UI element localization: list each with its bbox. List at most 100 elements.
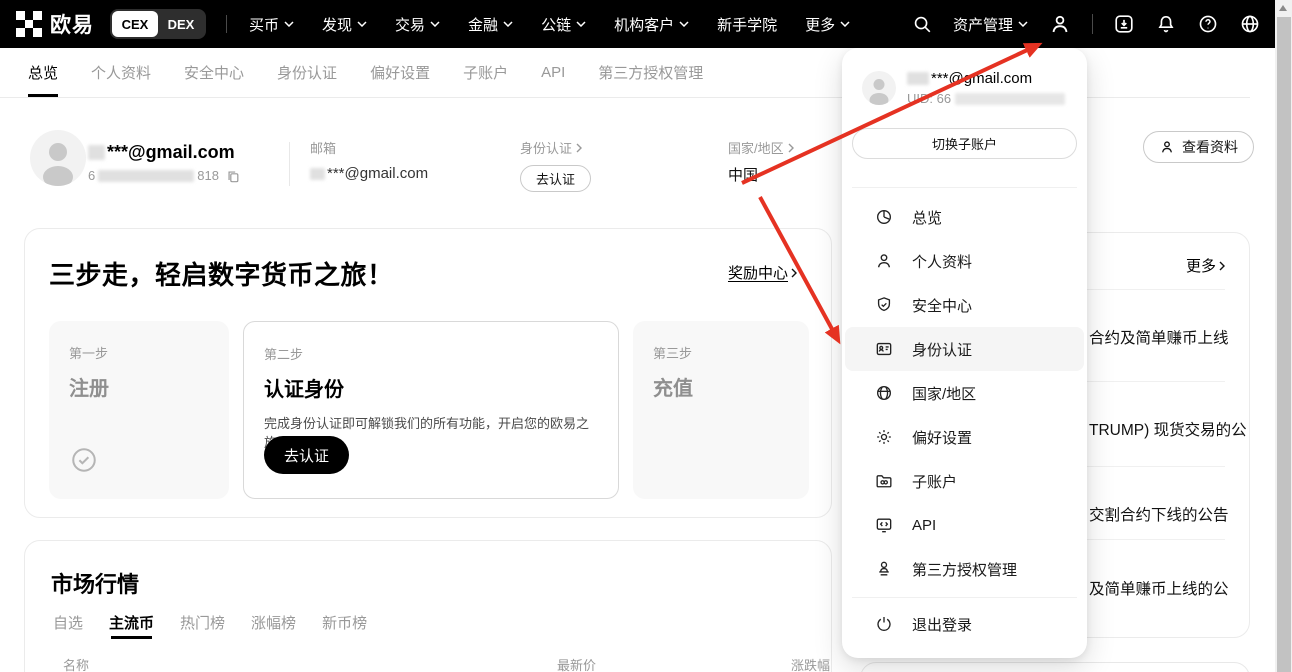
- nav-item-trade[interactable]: 交易: [395, 14, 440, 35]
- help-icon[interactable]: [1197, 13, 1219, 35]
- country-link[interactable]: 国家/地区: [728, 138, 794, 157]
- step-label: 第一步: [69, 343, 209, 362]
- market-tab-favorites[interactable]: 自选: [53, 605, 83, 639]
- cex-toggle-button[interactable]: CEX: [112, 11, 158, 37]
- go-verify-button[interactable]: 去认证: [264, 436, 349, 474]
- dropdown-item-logout[interactable]: 退出登录: [842, 602, 1087, 646]
- account-uid: 6 818: [88, 168, 240, 183]
- kyc-link[interactable]: 身份认证: [520, 138, 591, 157]
- reward-center-link[interactable]: 奖励中心: [728, 262, 797, 283]
- page-scrollbar[interactable]: [1275, 0, 1292, 672]
- chevron-down-icon: [503, 21, 513, 27]
- navbar-icons-divider: [1092, 14, 1093, 34]
- stamp-icon: [874, 559, 894, 579]
- tab-subaccounts[interactable]: 子账户: [463, 48, 508, 97]
- dropdown-item-overview[interactable]: 总览: [842, 195, 1087, 239]
- navbar-right-group: 资产管理: [911, 12, 1261, 36]
- nav-item-finance[interactable]: 金融: [468, 14, 513, 35]
- dropdown-item-profile[interactable]: 个人资料: [842, 239, 1087, 283]
- tab-security-center[interactable]: 安全中心: [184, 48, 244, 97]
- dropdown-item-api[interactable]: API: [842, 503, 1087, 547]
- subaccount-folder-icon: [874, 471, 894, 491]
- dropdown-item-subaccount[interactable]: 子账户: [842, 459, 1087, 503]
- nav-item-public-chain[interactable]: 公链: [541, 14, 586, 35]
- email-value: ***@gmail.com: [310, 165, 428, 182]
- okx-logo-icon: [16, 11, 42, 37]
- tab-identity-verification[interactable]: 身份认证: [277, 48, 337, 97]
- profile-divider: [289, 142, 290, 186]
- dropdown-item-security[interactable]: 安全中心: [842, 283, 1087, 327]
- step-title: 充值: [653, 372, 789, 401]
- scrollbar-up-arrow[interactable]: [1279, 5, 1287, 11]
- switch-subaccount-button[interactable]: 切换子账户: [852, 128, 1077, 159]
- email-label: 邮箱: [310, 138, 428, 157]
- dropdown-menu: 总览 个人资料 安全中心 身份认证: [842, 195, 1087, 591]
- verify-now-button[interactable]: 去认证: [520, 165, 591, 192]
- chevron-right-icon: [1219, 261, 1225, 271]
- overview-pie-icon: [874, 207, 894, 227]
- dropdown-item-preferences[interactable]: 偏好设置: [842, 415, 1087, 459]
- market-tab-new[interactable]: 新币榜: [322, 605, 367, 639]
- globe-icon: [874, 383, 894, 403]
- dropdown-user-info: ***@gmail.com UID: 66: [862, 70, 1065, 106]
- dropdown-uid: UID: 66: [907, 91, 1065, 106]
- redacted-uid: [98, 170, 194, 182]
- market-tabs: 自选 主流币 热门榜 涨幅榜 新币榜: [53, 605, 367, 639]
- dropdown-item-third-party[interactable]: 第三方授权管理: [842, 547, 1087, 591]
- copy-icon[interactable]: [226, 169, 240, 183]
- redacted-email-prefix: [907, 72, 929, 85]
- chevron-down-icon: [1018, 21, 1028, 27]
- view-profile-button[interactable]: 查看资料: [1143, 131, 1254, 163]
- chevron-down-icon: [840, 21, 850, 27]
- market-tab-hot[interactable]: 热门榜: [180, 605, 225, 639]
- dropdown-divider: [852, 597, 1077, 598]
- top-navbar: 欧易 CEX DEX 买币 发现 交易 金融: [0, 0, 1275, 48]
- account-user-icon[interactable]: [1048, 12, 1072, 36]
- avatar: [30, 130, 86, 186]
- okx-logo[interactable]: 欧易: [16, 9, 94, 39]
- assets-menu[interactable]: 资产管理: [953, 14, 1028, 35]
- step-card-deposit: 第三步 充值: [633, 321, 809, 499]
- column-header-name: 名称: [63, 655, 89, 672]
- language-globe-icon[interactable]: [1239, 13, 1261, 35]
- tab-profile[interactable]: 个人资料: [91, 48, 151, 97]
- step-card-verify: 第二步 认证身份 完成身份认证即可解锁我们的所有功能，开启您的欧易之旅。 去认证: [243, 321, 619, 499]
- nav-item-institutional[interactable]: 机构客户: [614, 14, 689, 35]
- chevron-down-icon: [430, 21, 440, 27]
- logo-text: 欧易: [50, 9, 94, 39]
- chevron-down-icon: [576, 21, 586, 27]
- download-app-icon[interactable]: [1113, 13, 1135, 35]
- chevron-down-icon: [357, 21, 367, 27]
- onboarding-card: 三步走，轻启数字货币之旅！ 奖励中心 第一步 注册 第二步 认证身份 完成身份认…: [24, 228, 832, 518]
- tab-preferences[interactable]: 偏好设置: [370, 48, 430, 97]
- market-tab-mainstream[interactable]: 主流币: [109, 605, 154, 639]
- nav-item-academy[interactable]: 新手学院: [717, 14, 777, 35]
- navbar-divider: [226, 15, 227, 33]
- scrollbar-thumb[interactable]: [1277, 17, 1291, 672]
- dropdown-email: ***@gmail.com: [907, 70, 1065, 87]
- onboarding-title: 三步走，轻启数字货币之旅！: [49, 255, 394, 292]
- market-title: 市场行情: [51, 567, 139, 599]
- notifications-bell-icon[interactable]: [1155, 13, 1177, 35]
- tab-third-party-auth[interactable]: 第三方授权管理: [598, 48, 703, 97]
- dropdown-item-kyc[interactable]: 身份认证: [845, 327, 1084, 371]
- nav-item-more[interactable]: 更多: [805, 14, 850, 35]
- account-email: ***@gmail.com: [88, 142, 235, 163]
- nav-item-buy-crypto[interactable]: 买币: [249, 14, 294, 35]
- chevron-right-icon: [788, 143, 794, 153]
- market-tab-gainers[interactable]: 涨幅榜: [251, 605, 296, 639]
- tab-api[interactable]: API: [541, 48, 565, 97]
- dropdown-divider: [852, 187, 1077, 188]
- announcements-more-link[interactable]: 更多: [1186, 255, 1225, 276]
- search-icon[interactable]: [911, 13, 933, 35]
- tab-overview[interactable]: 总览: [28, 48, 58, 97]
- nav-item-discover[interactable]: 发现: [322, 14, 367, 35]
- email-column: 邮箱 ***@gmail.com: [310, 138, 428, 182]
- person-icon: [874, 251, 894, 271]
- country-value: 中国: [728, 164, 794, 185]
- chevron-right-icon: [791, 268, 797, 278]
- dex-toggle-button[interactable]: DEX: [158, 11, 204, 37]
- chevron-right-icon: [576, 143, 582, 153]
- dropdown-item-country[interactable]: 国家/地区: [842, 371, 1087, 415]
- cex-dex-toggle: CEX DEX: [110, 9, 206, 39]
